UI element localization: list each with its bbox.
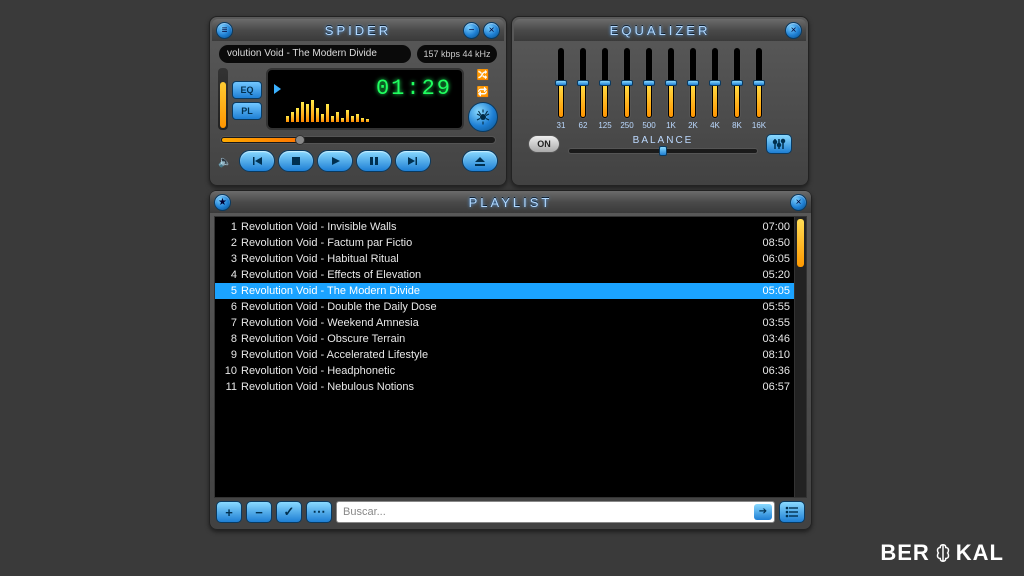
eq-band-4K[interactable]: 4K (707, 47, 723, 130)
pause-button[interactable] (356, 150, 392, 172)
playlist-row[interactable]: 2Revolution Void - Factum par Fictio08:5… (215, 235, 794, 251)
pl-toggle-button[interactable]: PL (232, 102, 262, 120)
eq-close-button[interactable]: × (785, 22, 802, 39)
playlist-row[interactable]: 9Revolution Void - Accelerated Lifestyle… (215, 347, 794, 363)
playlist-row[interactable]: 1Revolution Void - Invisible Walls07:00 (215, 219, 794, 235)
misc-button[interactable]: ⋯ (306, 501, 332, 523)
brain-icon (932, 542, 954, 564)
prev-button[interactable] (239, 150, 275, 172)
player-titlebar: ≡ SPIDER − × (212, 19, 504, 41)
playlist-star-button[interactable]: ★ (214, 194, 231, 211)
seek-slider[interactable] (220, 136, 496, 144)
playlist-row[interactable]: 5Revolution Void - The Modern Divide05:0… (215, 283, 794, 299)
eq-band-2K[interactable]: 2K (685, 47, 701, 130)
search-go-button[interactable]: ➔ (754, 504, 772, 520)
eq-band-31[interactable]: 31 (553, 47, 569, 130)
select-button[interactable]: ✓ (276, 501, 302, 523)
watermark-text-post: KAL (956, 540, 1004, 566)
eq-band-125[interactable]: 125 (597, 47, 613, 130)
remove-button[interactable]: − (246, 501, 272, 523)
menu-button[interactable]: ≡ (216, 22, 233, 39)
eq-on-button[interactable]: ON (528, 135, 560, 153)
shuffle-icon[interactable]: 🔀 (474, 68, 492, 82)
balance-slider[interactable] (568, 148, 758, 154)
elapsed-time: 01:29 (376, 76, 452, 101)
playlist-row[interactable]: 3Revolution Void - Habitual Ritual06:05 (215, 251, 794, 267)
eq-titlebar: EQUALIZER × (514, 19, 806, 41)
playlist-row[interactable]: 6Revolution Void - Double the Daily Dose… (215, 299, 794, 315)
now-playing-display: volution Void - The Modern Divide (218, 44, 412, 64)
eq-band-62[interactable]: 62 (575, 47, 591, 130)
balance-label: BALANCE (568, 135, 758, 146)
playlist-scrollbar[interactable] (794, 217, 806, 497)
eq-toggle-button[interactable]: EQ (232, 81, 262, 99)
playlist-row[interactable]: 11Revolution Void - Nebulous Notions06:5… (215, 379, 794, 395)
lcd-display: 01:29 (266, 68, 464, 130)
eq-title: EQUALIZER (610, 23, 711, 38)
stop-button[interactable] (278, 150, 314, 172)
repeat-icon[interactable]: 🔁 (474, 85, 492, 99)
bitrate-display: 157 kbps 44 kHz (416, 44, 498, 64)
eject-button[interactable] (462, 150, 498, 172)
play-indicator-icon (274, 84, 281, 94)
add-button[interactable]: + (216, 501, 242, 523)
eq-band-250[interactable]: 250 (619, 47, 635, 130)
eq-band-1K[interactable]: 1K (663, 47, 679, 130)
mute-icon[interactable]: 🔈 (218, 155, 236, 168)
playlist-titlebar: ★ PLAYLIST × (210, 191, 811, 213)
close-button[interactable]: × (483, 22, 500, 39)
spectrum-visualizer (286, 100, 369, 122)
playlist-close-button[interactable]: × (790, 194, 807, 211)
eq-band-16K[interactable]: 16K (751, 47, 767, 130)
watermark-text-pre: BER (880, 540, 929, 566)
playlist-row[interactable]: 8Revolution Void - Obscure Terrain03:46 (215, 331, 794, 347)
watermark: BER KAL (880, 540, 1004, 566)
playlist-list[interactable]: 1Revolution Void - Invisible Walls07:002… (215, 217, 794, 497)
search-placeholder: Buscar... (343, 506, 386, 518)
playlist-row[interactable]: 4Revolution Void - Effects of Elevation0… (215, 267, 794, 283)
eq-preset-button[interactable] (766, 134, 792, 154)
equalizer-panel: EQUALIZER × 31621252505001K2K4K8K16K ON … (511, 16, 809, 186)
player-panel: ≡ SPIDER − × volution Void - The Modern … (209, 16, 507, 186)
next-button[interactable] (395, 150, 431, 172)
volume-slider[interactable] (218, 68, 228, 130)
playlist-title: PLAYLIST (469, 195, 553, 210)
player-title: SPIDER (325, 23, 391, 38)
minimize-button[interactable]: − (463, 22, 480, 39)
eq-band-500[interactable]: 500 (641, 47, 657, 130)
eq-band-8K[interactable]: 8K (729, 47, 745, 130)
play-button[interactable] (317, 150, 353, 172)
list-options-button[interactable] (779, 501, 805, 523)
playlist-row[interactable]: 10Revolution Void - Headphonetic06:36 (215, 363, 794, 379)
search-input[interactable]: Buscar... ➔ (336, 501, 775, 523)
spider-logo-button[interactable] (468, 102, 498, 132)
playlist-row[interactable]: 7Revolution Void - Weekend Amnesia03:55 (215, 315, 794, 331)
playlist-panel: ★ PLAYLIST × 1Revolution Void - Invisibl… (209, 190, 812, 530)
